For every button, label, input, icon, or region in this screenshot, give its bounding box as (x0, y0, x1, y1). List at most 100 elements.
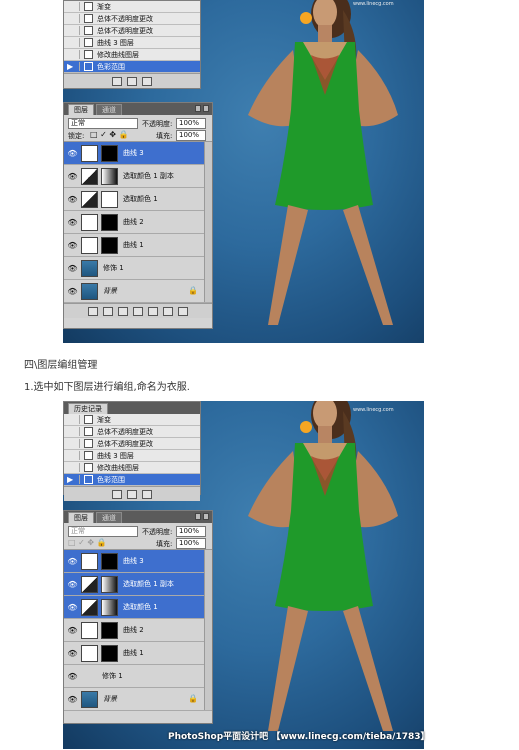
layer-row[interactable]: 👁 背景 🔒 (64, 688, 212, 711)
section-heading: 四\图层编组管理 (24, 360, 98, 371)
layer-options: 正常 不透明度: 100% □ ✓ ✥ 🔒 填充: 100% (64, 523, 212, 550)
fill-label: 填充: (156, 132, 173, 140)
blend-mode-select[interactable]: 正常 (68, 118, 138, 129)
adjustment-icon[interactable] (133, 306, 143, 316)
eye-icon[interactable]: 👁 (67, 602, 78, 613)
layer-row[interactable]: 👁 曲线 2 (64, 619, 212, 642)
layer-row[interactable]: 👁 曲线 2 (64, 211, 212, 234)
opacity-input[interactable]: 100% (176, 526, 206, 537)
new-snapshot-icon[interactable] (127, 76, 137, 86)
layer-row[interactable]: 👁 背景 🔒 (64, 280, 212, 303)
layer-row[interactable]: 👁 选取颜色 1 (64, 596, 212, 619)
eye-icon[interactable]: 👁 (67, 240, 78, 251)
curves-thumb-icon (81, 144, 98, 162)
history-tabs: 历史记录 (64, 402, 200, 414)
add-mask-icon[interactable] (118, 306, 128, 316)
scrollbar[interactable] (204, 550, 212, 710)
layer-row[interactable]: 👁 修饰 1 (64, 257, 212, 280)
eye-icon[interactable]: 👁 (67, 556, 78, 567)
new-snapshot-icon[interactable] (127, 489, 137, 499)
history-item[interactable]: 修改曲线图层 (64, 462, 200, 474)
watermark-footer: PhotoShop平面设计吧 【www.linecg.com/tieba/178… (168, 732, 430, 742)
tab-layers[interactable]: 图层 (68, 512, 94, 523)
lock-icons[interactable]: □ ✓ ✥ 🔒 (68, 538, 107, 547)
layer-thumb-icon (81, 282, 98, 300)
fill-input[interactable]: 100% (176, 130, 206, 141)
curves-thumb-icon (81, 552, 98, 570)
layer-row[interactable]: 👁 选取颜色 1 (64, 188, 212, 211)
curves-thumb-icon (81, 236, 98, 254)
eye-icon[interactable]: 👁 (67, 148, 78, 159)
history-item[interactable]: 渐变 (64, 1, 200, 13)
history-item-selected[interactable]: ▶ 色彩范围 (64, 474, 200, 486)
eye-icon[interactable]: 👁 (67, 286, 78, 297)
eye-icon[interactable]: 👁 (67, 263, 78, 274)
link-icon[interactable] (88, 306, 98, 316)
tab-history[interactable]: 历史记录 (68, 403, 108, 414)
eye-icon[interactable]: 👁 (67, 625, 78, 636)
tab-channels[interactable]: 通道 (96, 512, 122, 523)
lock-icons[interactable]: □ ✓ ✥ 🔒 (90, 130, 129, 139)
lock-icon: 🔒 (188, 694, 198, 703)
fill-input[interactable]: 100% (176, 538, 206, 549)
instruction-text: 1.选中如下图层进行编组,命名为衣服. (24, 382, 190, 393)
eye-icon[interactable]: 👁 (67, 694, 78, 705)
trash-icon[interactable] (142, 76, 152, 86)
tab-layers[interactable]: 图层 (68, 104, 94, 115)
lock-icon: 🔒 (188, 286, 198, 295)
new-document-icon[interactable] (112, 489, 122, 499)
eye-icon[interactable]: 👁 (67, 671, 78, 682)
eye-icon[interactable]: 👁 (67, 648, 78, 659)
eye-icon[interactable]: 👁 (67, 579, 78, 590)
history-item[interactable]: 总体不透明度更改 (64, 438, 200, 450)
curves-thumb-icon (81, 213, 98, 231)
layers-bottom-bar (64, 303, 212, 318)
close-icon[interactable] (203, 105, 209, 112)
history-panel-bottom: 历史记录 渐变 总体不透明度更改 总体不透明度更改 曲线 3 图层 修改曲线图层… (63, 401, 201, 501)
layer-row[interactable]: 👁 修饰 1 (64, 665, 212, 688)
new-layer-icon[interactable] (163, 306, 173, 316)
layer-row[interactable]: 👁 曲线 3 (64, 142, 212, 165)
opacity-label: 不透明度: (142, 528, 173, 536)
eye-icon[interactable]: 👁 (67, 217, 78, 228)
history-item[interactable]: 总体不透明度更改 (64, 426, 200, 438)
history-item[interactable]: 修改曲线图层 (64, 49, 200, 61)
layers-panel-top: 图层 通道 正常 不透明度: 100% 锁定: □ ✓ ✥ 🔒 填充: 100%… (63, 102, 213, 329)
new-document-icon[interactable] (112, 76, 122, 86)
scrollbar[interactable] (204, 142, 212, 302)
layer-row[interactable]: 👁 曲线 3 (64, 550, 212, 573)
trash-icon[interactable] (142, 489, 152, 499)
mask-thumb-icon (101, 644, 118, 662)
history-item[interactable]: 总体不透明度更改 (64, 13, 200, 25)
minimize-icon[interactable] (195, 513, 201, 520)
opacity-input[interactable]: 100% (176, 118, 206, 129)
selective-color-thumb-icon (81, 167, 98, 185)
fx-icon[interactable] (103, 306, 113, 316)
mask-thumb-icon (101, 598, 118, 616)
layers-panel-bottom: 图层 通道 正常 不透明度: 100% □ ✓ ✥ 🔒 填充: 100% 👁 曲… (63, 510, 213, 724)
history-item-selected[interactable]: ▶ 色彩范围 (64, 61, 200, 73)
layer-row[interactable]: 👁 选取颜色 1 副本 (64, 573, 212, 596)
history-item[interactable]: 曲线 3 图层 (64, 450, 200, 462)
blend-mode-select[interactable]: 正常 (68, 526, 138, 537)
fill-label: 填充: (156, 540, 173, 548)
history-item[interactable]: 曲线 3 图层 (64, 37, 200, 49)
history-item[interactable]: 渐变 (64, 414, 200, 426)
layer-row[interactable]: 👁 选取颜色 1 副本 (64, 165, 212, 188)
history-item[interactable]: 总体不透明度更改 (64, 25, 200, 37)
layer-row[interactable]: 👁 曲线 1 (64, 642, 212, 665)
curves-thumb-icon (81, 621, 98, 639)
layer-row[interactable]: 👁 曲线 1 (64, 234, 212, 257)
eye-icon[interactable]: 👁 (67, 171, 78, 182)
group-icon[interactable] (148, 306, 158, 316)
trash-icon[interactable] (178, 306, 188, 316)
layer-thumb-icon (81, 259, 98, 277)
eye-icon[interactable]: 👁 (67, 194, 78, 205)
layer-thumb-icon (81, 690, 98, 708)
history-bottom-bar (64, 73, 200, 88)
minimize-icon[interactable] (195, 105, 201, 112)
mask-thumb-icon (101, 213, 118, 231)
history-bottom-bar (64, 486, 200, 501)
close-icon[interactable] (203, 513, 209, 520)
tab-channels[interactable]: 通道 (96, 104, 122, 115)
